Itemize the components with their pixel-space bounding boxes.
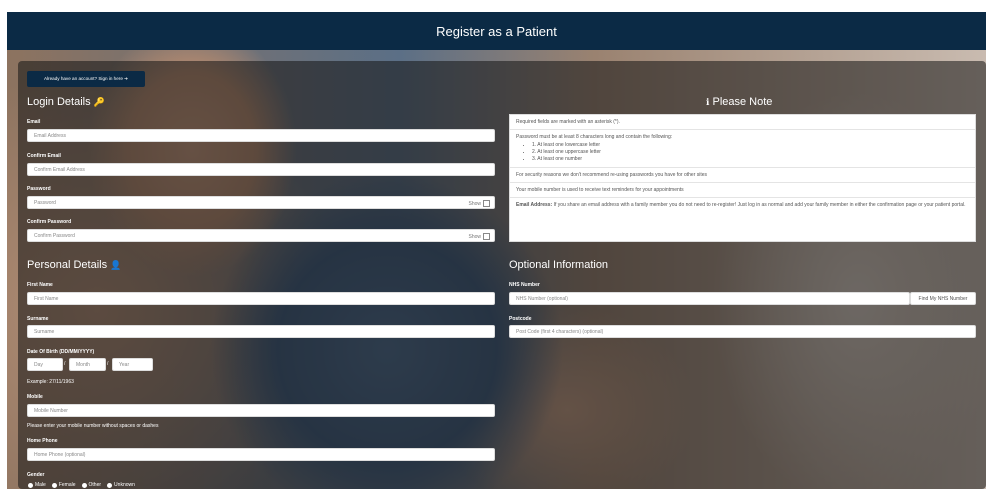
please-note-title: Please Note — [712, 96, 773, 108]
password-rule: 3. At least one number — [532, 156, 969, 162]
note-email-label: Email Address: — [516, 202, 553, 208]
first-name-placeholder: First Name — [34, 295, 59, 302]
sign-in-button[interactable]: Already have an account? Sign in here ➔ — [27, 71, 145, 87]
email-label: Email — [27, 119, 41, 125]
password-rules-list: 1. At least one lowercase letter 2. At l… — [532, 142, 969, 162]
gender-option-unknown[interactable]: Unknown — [107, 482, 135, 488]
login-details-title: Login Details — [27, 96, 91, 108]
postcode-field[interactable]: Post Code (first 4 characters) (optional… — [509, 325, 976, 338]
show-label: Show — [468, 233, 481, 240]
confirm-password-placeholder: Confirm Password — [34, 232, 75, 239]
surname-label: Surname — [27, 316, 49, 322]
gender-radio-group: Male Female Other Unknown — [28, 482, 135, 488]
mobile-help-text: Please enter your mobile number without … — [27, 423, 159, 429]
gender-option-label: Unknown — [114, 482, 135, 488]
show-password-toggle[interactable]: Show — [468, 200, 490, 207]
show-checkbox[interactable] — [483, 233, 490, 240]
dob-example: Example: 27/11/1963 — [27, 379, 74, 385]
confirm-email-label: Confirm Email — [27, 153, 61, 159]
gender-option-other[interactable]: Other — [81, 482, 102, 488]
dob-year-placeholder: Year — [119, 361, 130, 368]
gender-option-label: Male — [35, 482, 46, 488]
note-email: Email Address: If you share an email add… — [510, 198, 975, 212]
dob-month-placeholder: Month — [76, 361, 90, 368]
mobile-placeholder: Mobile Number — [34, 407, 68, 414]
password-field[interactable]: Password Show — [27, 196, 495, 209]
surname-field[interactable]: Surname — [27, 325, 495, 338]
note-security: For security reasons we don't recommend … — [510, 168, 975, 183]
radio-dot[interactable] — [51, 482, 57, 488]
gender-option-male[interactable]: Male — [28, 482, 46, 488]
email-field[interactable]: Email Address — [27, 129, 495, 142]
gender-label: Gender — [27, 472, 45, 478]
home-phone-label: Home Phone — [27, 438, 58, 444]
password-rule: 2. At least one uppercase letter — [532, 149, 969, 155]
note-required: Required fields are marked with an aster… — [510, 115, 975, 130]
surname-placeholder: Surname — [34, 328, 55, 335]
login-details-heading: Login Details 🔑 — [27, 96, 105, 108]
password-rules-intro: Password must be at least 8 characters l… — [516, 134, 673, 140]
home-phone-placeholder: Home Phone (optional) — [34, 451, 86, 458]
show-confirm-password-toggle[interactable]: Show — [468, 233, 490, 240]
dob-month-field[interactable]: Month — [69, 358, 106, 371]
nhs-number-field[interactable]: NHS Number (optional) — [509, 292, 910, 305]
first-name-field[interactable]: First Name — [27, 292, 495, 305]
radio-dot[interactable] — [81, 482, 87, 488]
postcode-label: Postcode — [509, 316, 532, 322]
password-placeholder: Password — [34, 199, 56, 206]
dob-separator: / — [107, 361, 109, 367]
email-placeholder: Email Address — [34, 132, 66, 139]
confirm-password-label: Confirm Password — [27, 219, 72, 225]
confirm-email-field[interactable]: Confirm Email Address — [27, 163, 495, 176]
nhs-number-placeholder: NHS Number (optional) — [516, 295, 568, 302]
show-checkbox[interactable] — [483, 200, 490, 207]
optional-info-heading: Optional Information — [509, 259, 609, 271]
note-email-text: If you share an email address with a fam… — [552, 202, 966, 208]
dob-separator: / — [64, 361, 66, 367]
note-mobile: Your mobile number is used to receive te… — [510, 183, 975, 198]
password-label: Password — [27, 186, 51, 192]
gender-option-label: Other — [88, 482, 102, 488]
show-label: Show — [468, 200, 481, 207]
find-nhs-number-button[interactable]: Find My NHS Number — [910, 292, 976, 305]
user-icon: 👤 — [110, 260, 122, 270]
please-note-box: Required fields are marked with an aster… — [509, 114, 976, 242]
page-header: Register as a Patient — [7, 12, 986, 50]
dob-day-placeholder: Day — [34, 361, 43, 368]
radio-dot[interactable] — [28, 482, 33, 488]
confirm-email-placeholder: Confirm Email Address — [34, 166, 85, 173]
personal-details-title: Personal Details — [27, 259, 108, 271]
first-name-label: First Name — [27, 282, 53, 288]
info-icon: ℹ — [706, 97, 710, 107]
home-phone-field[interactable]: Home Phone (optional) — [27, 448, 495, 461]
mobile-field[interactable]: Mobile Number — [27, 404, 495, 417]
personal-details-heading: Personal Details 👤 — [27, 259, 121, 271]
radio-dot[interactable] — [107, 482, 113, 488]
key-icon: 🔑 — [93, 97, 105, 107]
gender-option-female[interactable]: Female — [51, 482, 76, 488]
mobile-label: Mobile — [27, 394, 43, 400]
dob-label: Date Of Birth (DD/MM/YYYY) — [27, 349, 95, 355]
confirm-password-field[interactable]: Confirm Password Show — [27, 229, 495, 242]
gender-option-label: Female — [58, 482, 76, 488]
please-note-heading: ℹ Please Note — [706, 96, 772, 108]
page-title: Register as a Patient — [436, 23, 557, 39]
note-password: Password must be at least 8 characters l… — [510, 130, 975, 168]
nhs-number-label: NHS Number — [509, 282, 540, 288]
postcode-placeholder: Post Code (first 4 characters) (optional… — [516, 328, 604, 335]
password-rule: 1. At least one lowercase letter — [532, 142, 969, 148]
dob-year-field[interactable]: Year — [112, 358, 153, 371]
dob-day-field[interactable]: Day — [27, 358, 63, 371]
